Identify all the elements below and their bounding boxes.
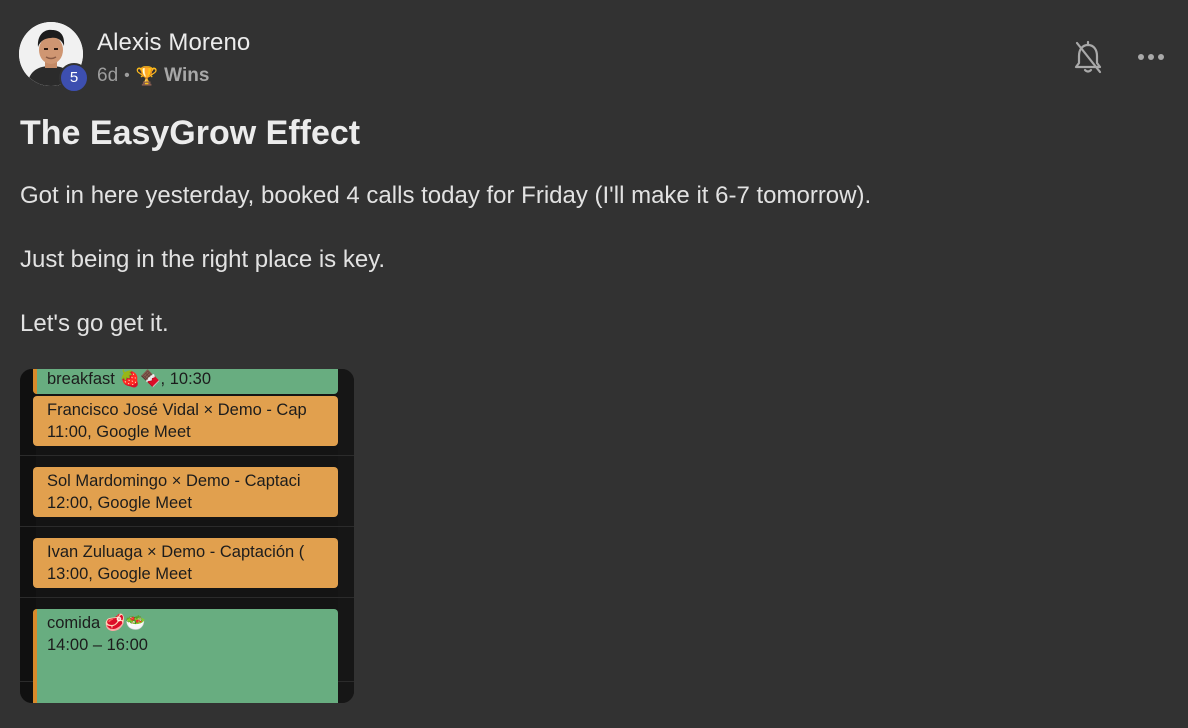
event-stripe	[33, 609, 37, 703]
more-horizontal-icon[interactable]	[1136, 47, 1166, 67]
event-stripe	[33, 369, 37, 394]
event-title: comida 🥩🥗	[47, 614, 146, 632]
meta-separator: •	[124, 67, 130, 84]
post-title: The EasyGrow Effect	[20, 114, 361, 152]
calendar-event: Ivan Zuluaga × Demo - Captación ( 13:00,…	[33, 538, 338, 588]
author-name[interactable]: Alexis Moreno	[97, 29, 250, 57]
bell-off-glyph	[1074, 40, 1102, 74]
event-subtitle: 12:00, Google Meet	[47, 494, 192, 512]
event-title: Sol Mardomingo × Demo - Captaci	[47, 472, 301, 490]
event-title: Ivan Zuluaga × Demo - Captación (	[47, 543, 305, 561]
post-meta: 6d • 🏆 Wins	[97, 65, 209, 87]
calendar-event: comida 🥩🥗 14:00 – 16:00	[33, 609, 338, 703]
author-avatar[interactable]: 5	[19, 22, 89, 93]
calendar-hour-line	[20, 455, 354, 456]
post-time[interactable]: 6d	[97, 65, 118, 87]
event-subtitle: 13:00, Google Meet	[47, 565, 192, 583]
more-dots-glyph	[1138, 54, 1164, 60]
event-subtitle: 11:00, Google Meet	[47, 423, 191, 441]
calendar-event: Francisco José Vidal × Demo - Cap 11:00,…	[33, 396, 338, 446]
post-image-attachment[interactable]: breakfast 🍓🍫, 10:30 Francisco José Vidal…	[20, 369, 354, 703]
post-paragraph: Just being in the right place is key.	[20, 246, 386, 273]
post-paragraph: Let's go get it.	[20, 310, 169, 337]
calendar-event: breakfast 🍓🍫, 10:30	[33, 369, 338, 394]
calendar-hour-line	[20, 526, 354, 527]
event-title: Francisco José Vidal × Demo - Cap	[47, 401, 307, 419]
calendar-right-gutter	[338, 369, 354, 703]
calendar-event: Sol Mardomingo × Demo - Captaci 12:00, G…	[33, 467, 338, 517]
level-badge: 5	[59, 63, 89, 93]
post-paragraph: Got in here yesterday, booked 4 calls to…	[20, 182, 872, 209]
event-subtitle: 14:00 – 16:00	[47, 636, 148, 654]
bell-off-icon[interactable]	[1073, 40, 1103, 76]
calendar-hour-line	[20, 597, 354, 598]
post-card: 5 Alexis Moreno 6d • 🏆 Wins The EasyGrow…	[0, 0, 1188, 728]
event-title: breakfast 🍓🍫, 10:30	[47, 370, 212, 388]
post-category[interactable]: Wins	[164, 65, 209, 87]
trophy-icon: 🏆	[135, 65, 159, 86]
